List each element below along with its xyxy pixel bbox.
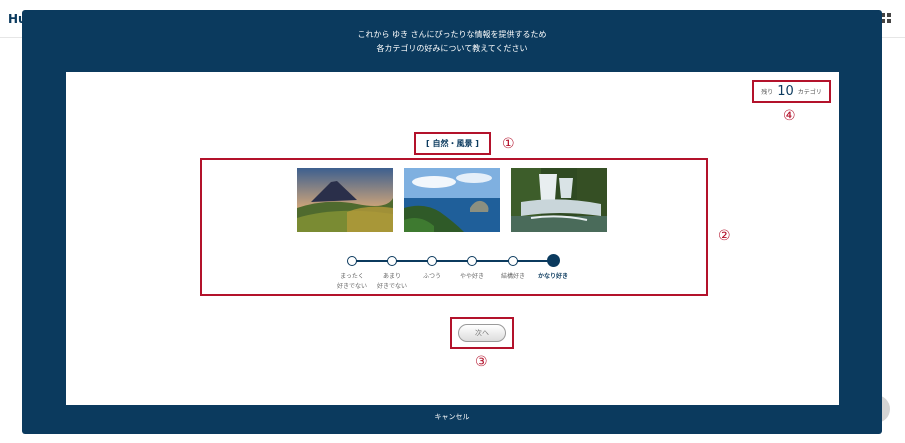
modal-header: これから ゆき さんにぴったりな情報を提供するため 各カテゴリの好みについて教え… <box>22 28 882 56</box>
rating-option-6-selected[interactable] <box>547 254 560 267</box>
remaining-suffix: カテゴリ <box>797 89 822 96</box>
marker-2: ② <box>718 228 731 244</box>
coastal-sea-photo <box>404 168 500 232</box>
rating-option-3[interactable] <box>427 256 437 266</box>
rating-option-5[interactable] <box>508 256 518 266</box>
marker-1: ① <box>502 136 515 152</box>
rating-label-6: かなり好き <box>537 273 568 280</box>
waterfall-photo <box>511 168 607 232</box>
modal-header-line1: これから ゆき さんにぴったりな情報を提供するため <box>357 30 547 39</box>
remaining-count: 10 <box>777 84 794 99</box>
category-title: [ 自然・風景 ] <box>414 132 491 155</box>
marker-4: ④ <box>783 108 796 124</box>
rating-option-4[interactable] <box>467 256 477 266</box>
rating-scale-line <box>352 260 554 262</box>
marker-3: ③ <box>475 354 488 370</box>
volcano-mountain-photo <box>297 168 393 232</box>
next-button-area: 次へ <box>450 317 514 349</box>
rating-area: まったく 好きでない あまり 好きでない ふつう やや好き 結構好き かなり好き <box>200 158 708 296</box>
modal-panel: 残り 10 カテゴリ ④ [ 自然・風景 ] ① まったく 好きでない あまり … <box>66 72 839 405</box>
modal-header-line2: 各カテゴリの好みについて教えてください <box>376 44 528 53</box>
rating-option-1[interactable] <box>347 256 357 266</box>
remaining-prefix: 残り <box>761 89 774 96</box>
rating-option-2[interactable] <box>387 256 397 266</box>
preference-modal: これから ゆき さんにぴったりな情報を提供するため 各カテゴリの好みについて教え… <box>22 10 882 434</box>
cancel-link[interactable]: キャンセル <box>22 412 882 422</box>
remaining-count-box: 残り 10 カテゴリ <box>752 80 831 103</box>
next-button[interactable]: 次へ <box>458 324 506 342</box>
grid-menu-icon[interactable] <box>881 13 891 23</box>
